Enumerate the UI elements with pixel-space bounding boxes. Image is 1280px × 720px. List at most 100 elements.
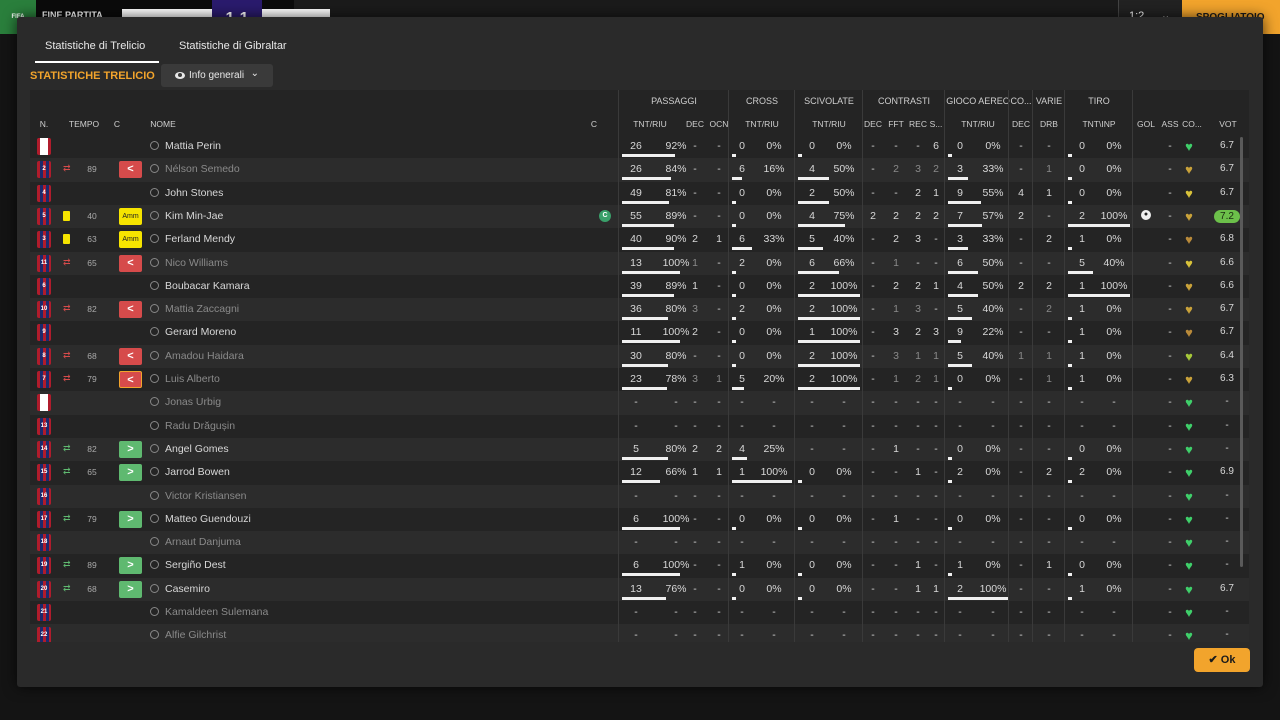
tab-gibraltar-stats[interactable]: Statistiche di Gibraltar — [179, 40, 287, 62]
table-row[interactable]: 20 ⇄ 68 > Casemiro 13 76% 0 0% 0 0% 2 100% 1 0% - - - -1 1-… — [30, 577, 1249, 601]
table-row[interactable]: 3 63 Amm Ferland Mendy 40 90% 6 33% 5 40% 3 33% 1 0% 2… — [30, 228, 1249, 251]
column-header[interactable]: FFT — [886, 119, 906, 129]
table-row[interactable]: 22 Alfie Gilchrist - - - - - - - - - - - - - - - - - - - ♥ - — [30, 624, 1249, 642]
column-header[interactable]: TNT/RIU — [730, 119, 794, 129]
booked-badge: Amm — [119, 231, 142, 249]
column-header[interactable]: DEC — [1012, 119, 1030, 129]
cross-percentage: - — [772, 489, 776, 502]
table-row[interactable]: 15 ⇄ 65 > Jarrod Bowen 12 66% 1 100% 0 0% 2 0% 2 0% 1 1-… — [30, 461, 1249, 484]
player-name[interactable]: Luis Alberto — [150, 373, 220, 385]
column-header[interactable]: NOME — [133, 119, 193, 129]
table-row[interactable]: 9 Gerard Moreno 11 100% 0 0% 1 100% 9 22% 1 0% 2- -3 2… — [30, 321, 1249, 344]
scrollbar[interactable] — [1240, 137, 1243, 567]
ok-button[interactable]: ✔ Ok — [1194, 648, 1250, 672]
substituted-on-badge[interactable]: > — [119, 510, 142, 528]
substituted-off-badge[interactable]: < — [119, 254, 142, 272]
pass-decisive: 3 — [692, 303, 698, 316]
table-row[interactable]: Mattia Perin 26 92% 0 0% 0 0% 0 0% 0 0% - - - - -6- - - ♥ 6… — [30, 135, 1249, 158]
column-header[interactable]: C — [110, 119, 124, 129]
cross-attempts: 0 — [739, 279, 745, 292]
column-header[interactable]: CO... — [1182, 119, 1202, 129]
table-row[interactable]: 8 ⇄ 68 < Amadou Haidara 30 80% 0 0% 2 100% 5 40% 1 0% -… — [30, 344, 1249, 368]
player-name[interactable]: Nico Williams — [150, 257, 228, 269]
player-name[interactable]: Matteo Guendouzi — [150, 513, 251, 525]
column-header[interactable]: N. — [30, 119, 58, 129]
player-name[interactable]: Sergiño Dest — [150, 559, 226, 571]
column-header[interactable]: TNT\INP — [1066, 119, 1132, 129]
player-name-text: Luis Alberto — [165, 373, 220, 385]
view-dropdown[interactable]: Info generali ⌄ — [161, 64, 273, 87]
shot-attempts: 1 — [1079, 326, 1085, 339]
substituted-off-badge[interactable]: < — [119, 371, 142, 388]
player-name[interactable]: Kim Min-Jae — [150, 210, 223, 222]
dribbles: - — [1047, 396, 1051, 409]
column-header[interactable]: REC — [908, 119, 928, 129]
substituted-off-badge[interactable]: < — [119, 161, 142, 179]
assists: - — [1168, 233, 1172, 246]
table-row[interactable]: 6 Boubacar Kamara 39 89% 0 0% 2 100% 4 50% 1 100% 1-… — [30, 275, 1249, 298]
player-name[interactable]: Gerard Moreno — [150, 326, 236, 338]
player-name[interactable]: Alfie Gilchrist — [150, 629, 226, 641]
substituted-on-badge[interactable]: > — [119, 464, 142, 482]
player-name[interactable]: Casemiro — [150, 583, 210, 595]
table-row[interactable]: 16 Victor Kristiansen - - - - - - - - - - - - - - - - - - - ♥… — [30, 484, 1249, 508]
column-header[interactable]: TNT/RIU — [620, 119, 680, 129]
column-header[interactable]: ASS — [1160, 119, 1180, 129]
column-header[interactable]: VOT — [1214, 119, 1242, 129]
table-row[interactable]: 4 John Stones 49 81% 0 0% 2 50% 9 55% 0 0% - - - -2 1 4 1-… — [30, 182, 1249, 205]
player-name[interactable]: Kamaldeen Sulemana — [150, 606, 268, 618]
table-row[interactable]: 17 ⇄ 79 > Matteo Guendouzi 6 100% 0 0% 0 0% 0 0% 0 0% -… — [30, 508, 1249, 531]
player-name[interactable]: Victor Kristiansen — [150, 490, 247, 502]
table-row[interactable]: 7 ⇄ 79 < Luis Alberto 23 78% 5 20% 2 100% 0 0% 1 0% 3 1-… — [30, 368, 1249, 391]
column-header[interactable]: C — [586, 119, 602, 129]
substituted-off-badge[interactable]: < — [119, 347, 142, 365]
substituted-off-badge[interactable]: < — [119, 301, 142, 319]
table-row[interactable]: 14 ⇄ 82 > Angel Gomes 5 80% 4 25% - -0 0% 0 0% 2 2-1- - -… — [30, 437, 1249, 462]
substituted-on-badge[interactable]: > — [119, 440, 142, 458]
player-name[interactable]: Ferland Mendy — [150, 233, 235, 245]
player-name[interactable]: Mattia Perin — [150, 140, 221, 152]
tackle-dec: - — [871, 349, 875, 362]
tab-trelicio-stats[interactable]: Statistiche di Trelicio — [34, 40, 160, 63]
air-success-bar — [948, 456, 952, 460]
player-name[interactable]: Jonas Urbig — [150, 396, 221, 408]
table-row[interactable]: 2 ⇄ 89 < Nélson Semedo 26 84% 6 16% 4 50% 3 33% 0 0% - -… — [30, 158, 1249, 182]
column-header[interactable]: S... — [928, 119, 944, 129]
pass-attempts: 49 — [630, 186, 642, 199]
player-name[interactable]: Nélson Semedo — [150, 163, 240, 175]
tack-attempts: 2 — [809, 303, 815, 316]
column-header[interactable]: TNT/RIU — [796, 119, 862, 129]
player-name[interactable]: Radu Drăgușin — [150, 420, 235, 432]
tackle-rec: 2 — [915, 279, 921, 292]
person-icon — [150, 467, 159, 477]
column-header[interactable]: GOL — [1136, 119, 1156, 129]
air-percentage: 33% — [982, 233, 1004, 246]
player-name[interactable]: Amadou Haidara — [150, 350, 244, 362]
player-name[interactable]: Boubacar Kamara — [150, 280, 250, 292]
column-header[interactable]: DEC — [864, 119, 882, 129]
table-row[interactable]: Jonas Urbig - - - - - - - - - - - - - - - - - - - ♥ - — [30, 391, 1249, 415]
column-header[interactable]: TNT/RIU — [946, 119, 1010, 129]
column-header[interactable]: OCN — [708, 119, 730, 129]
pass-chances: - — [717, 606, 721, 618]
table-row[interactable]: 11 ⇄ 65 < Nico Williams 13 100% 2 0% 6 66% 6 50% 5 40%… — [30, 251, 1249, 275]
tackle-dec: - — [871, 373, 875, 385]
event-minute: 63 — [87, 234, 97, 245]
substituted-on-badge[interactable]: > — [119, 580, 142, 598]
player-name[interactable]: Arnaut Danjuma — [150, 536, 241, 548]
player-name[interactable]: John Stones — [150, 187, 223, 199]
table-row[interactable]: 10 ⇄ 82 < Mattia Zaccagni 36 80% 2 0% 2 100% 5 40% 1 0… — [30, 298, 1249, 322]
table-row[interactable]: 19 ⇄ 89 > Sergiño Dest 6 100% 1 0% 0 0% 1 0% 0 0% - - - -1… — [30, 554, 1249, 577]
player-name[interactable]: Angel Gomes — [150, 443, 229, 455]
tackle-s: 2 — [933, 209, 939, 222]
table-row[interactable]: 13 Radu Drăgușin - - - - - - - - - - - - - - - - - - - ♥ - — [30, 415, 1249, 438]
table-row[interactable]: 18 Arnaut Danjuma - - - - - - - - - - - - - - - - - - - ♥ - — [30, 531, 1249, 555]
column-header[interactable]: DRB — [1034, 119, 1064, 129]
table-row[interactable]: 5 40 Amm Kim Min-Jae C 55 89% 0 0% 4 75% 7 57% 2 100% -… — [30, 204, 1249, 229]
substituted-on-badge[interactable]: > — [119, 557, 142, 575]
player-name[interactable]: Mattia Zaccagni — [150, 303, 239, 315]
player-name[interactable]: Jarrod Bowen — [150, 466, 230, 478]
table-row[interactable]: 21 Kamaldeen Sulemana - - - - - - - - - - - - - - - - - - - ♥… — [30, 601, 1249, 624]
column-header[interactable]: DEC — [684, 119, 706, 129]
column-header[interactable]: TEMPO — [64, 119, 104, 129]
